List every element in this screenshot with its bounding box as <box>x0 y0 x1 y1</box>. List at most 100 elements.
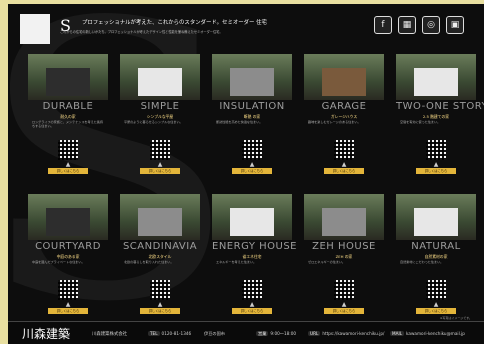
flyer-sheet: S S プロフェッショナルが考えた、これからのスタンダード。セミオーダー 住宅 … <box>8 4 484 344</box>
url-label: URL <box>308 331 321 336</box>
arrow-up-icon: ▲ <box>341 301 347 308</box>
house-photo <box>212 54 292 100</box>
email-item: MAIL kawamori-kenchiku@mail.jp <box>390 331 465 336</box>
plan-description: 中庭を囲んだプライベートな住まい。 <box>32 260 85 264</box>
house-photo <box>304 194 384 240</box>
plan-description: 趣味を楽しむガレージのある住まい。 <box>308 120 361 124</box>
details-button[interactable]: 詳しくはこちら <box>140 168 180 174</box>
house-shape <box>46 208 90 236</box>
plan-title: TWO-ONE STORY <box>396 101 484 112</box>
details-button[interactable]: 詳しくはこちら <box>48 308 88 314</box>
plan-card[interactable]: COURTYARD 中庭のある家 中庭を囲んだプライベートな住まい。 ▲ 詳しくはこちら <box>28 194 108 322</box>
company-official-name: 川森建築株式会社 <box>92 332 128 337</box>
plan-description: 空間を有効に使った住まい。 <box>400 120 441 124</box>
tagline: プロフェッショナルが考えた、これからのスタンダード。セミオーダー 住宅 <box>82 20 267 26</box>
arrow-up-icon: ▲ <box>249 161 255 168</box>
house-photo <box>120 194 200 240</box>
qr-code-icon[interactable] <box>58 140 78 160</box>
plan-card[interactable]: SIMPLE シンプルな平屋 平屋のように暮らせるシンプルな住まい。 ▲ 詳しくはこちら <box>120 54 200 182</box>
plan-card[interactable]: DURABLE 耐久の家 ロングライフの家族と、メンテナンスを考えた長持ちする住まい… <box>28 54 108 182</box>
details-button[interactable]: 詳しくはこちら <box>48 168 88 174</box>
plan-card[interactable]: TWO-ONE STORY 2.5 階建ての家 空間を有効に使った住まい。 ▲ 詳しくは… <box>396 54 484 182</box>
details-button[interactable]: 詳しくはこちら <box>416 308 456 314</box>
instagram-icon[interactable]: ◎ <box>422 16 440 34</box>
company-name: 川森建築 <box>22 327 71 341</box>
arrow-up-icon: ▲ <box>65 301 71 308</box>
house-shape <box>138 208 182 236</box>
plan-title: DURABLE <box>42 101 94 112</box>
house-photo <box>28 54 108 100</box>
house-photo <box>396 194 476 240</box>
phone-label: TEL <box>148 331 160 336</box>
arrow-up-icon: ▲ <box>65 161 71 168</box>
house-photo <box>304 54 384 100</box>
phone-number[interactable]: 0120-81-1346 <box>162 331 192 336</box>
arrow-up-icon: ▲ <box>157 161 163 168</box>
qr-code-icon[interactable] <box>150 280 170 300</box>
qr-code-icon[interactable] <box>334 280 354 300</box>
plan-row: DURABLE 耐久の家 ロングライフの家族と、メンテナンスを考えた長持ちする住まい… <box>28 54 484 182</box>
hours-text: 9:00～18:00 <box>270 331 297 336</box>
qr-code-icon[interactable] <box>58 280 78 300</box>
qr-code-icon[interactable] <box>426 280 446 300</box>
url-item: URL https://kawamori-kenchiku.jp/ <box>308 331 384 336</box>
house-shape <box>230 208 274 236</box>
plan-description: 断熱性能を高めた快適な住まい。 <box>216 120 263 124</box>
qr-code-icon[interactable] <box>150 140 170 160</box>
details-button[interactable]: 詳しくはこちら <box>232 308 272 314</box>
qr2-icon[interactable]: ▣ <box>446 16 464 34</box>
details-button[interactable]: 詳しくはこちら <box>232 168 272 174</box>
qr-icon[interactable]: ▦ <box>398 16 416 34</box>
arrow-up-icon: ▲ <box>249 301 255 308</box>
footer: 川森建築 川森建築株式会社 TEL 0120-81-1346 伊豆の国市 営業 9:… <box>8 321 484 344</box>
plan-card[interactable]: ENERGY HOUSE 省エネ住宅 エネルギーを考えた住まい。 ▲ 詳しくはこちら <box>212 194 297 322</box>
details-button[interactable]: 詳しくはこちら <box>324 168 364 174</box>
plan-title: ZEH HOUSE <box>312 241 376 252</box>
plan-description: 平屋のように暮らせるシンプルな住まい。 <box>124 120 183 124</box>
arrow-up-icon: ▲ <box>341 161 347 168</box>
location-text: 伊豆の国市 <box>204 331 225 336</box>
house-photo <box>120 54 200 100</box>
social-icons: f ▦ ◎ ▣ <box>374 16 464 34</box>
arrow-up-icon: ▲ <box>433 301 439 308</box>
plan-description: ゼロエネルギーの住まい。 <box>308 260 346 264</box>
plan-description: ロングライフの家族と、メンテナンスを考えた長持ちする住まい。 <box>32 120 103 129</box>
house-shape <box>46 68 90 96</box>
image-note: ※写真はイメージです。 <box>439 316 472 320</box>
location-item: 伊豆の国市 <box>204 331 225 337</box>
email-link[interactable]: kawamori-kenchiku@mail.jp <box>406 331 465 336</box>
house-shape <box>414 68 458 96</box>
details-button[interactable]: 詳しくはこちら <box>416 168 456 174</box>
arrow-up-icon: ▲ <box>433 161 439 168</box>
plan-title: ENERGY HOUSE <box>212 241 297 252</box>
plan-card[interactable]: SCANDINAVIA 北欧スタイル 北欧の暮らしを取り入れた住まい。 ▲ 詳しくはこち… <box>120 194 200 322</box>
plan-title: COURTYARD <box>35 241 101 252</box>
plan-description: 北欧の暮らしを取り入れた住まい。 <box>124 260 174 264</box>
plan-card[interactable]: ZEH HOUSE ZEH の家 ゼロエネルギーの住まい。 ▲ 詳しくはこちら <box>304 194 384 322</box>
qr-code-icon[interactable] <box>242 280 262 300</box>
plan-title: SCANDINAVIA <box>122 241 198 252</box>
house-photo <box>396 54 476 100</box>
hours-label: 営業 <box>256 331 269 336</box>
plan-title: SIMPLE <box>140 101 180 112</box>
plan-card[interactable]: INSULATION 断熱 の家 断熱性能を高めた快適な住まい。 ▲ 詳しくはこちら <box>212 54 292 182</box>
house-shape <box>230 68 274 96</box>
plan-card[interactable]: GARAGE ガレージハウス 趣味を楽しむガレージのある住まい。 ▲ 詳しくはこちら <box>304 54 384 182</box>
details-button[interactable]: 詳しくはこちら <box>140 308 180 314</box>
logo-mark-icon <box>20 14 50 44</box>
intro-text: これからの住宅の新しいかたち。プロフェッショナルが考えたデザイン性と性能を兼ね備… <box>60 30 223 34</box>
qr-code-icon[interactable] <box>242 140 262 160</box>
arrow-up-icon: ▲ <box>157 301 163 308</box>
url-link[interactable]: https://kawamori-kenchiku.jp/ <box>322 331 384 336</box>
house-photo <box>28 194 108 240</box>
qr-code-icon[interactable] <box>426 140 446 160</box>
details-button[interactable]: 詳しくはこちら <box>324 308 364 314</box>
qr-code-icon[interactable] <box>334 140 354 160</box>
facebook-icon[interactable]: f <box>374 16 392 34</box>
plan-row: COURTYARD 中庭のある家 中庭を囲んだプライベートな住まい。 ▲ 詳しくはこちら… <box>28 194 476 322</box>
plan-title: NATURAL <box>411 241 461 252</box>
house-shape <box>414 208 458 236</box>
plan-title: GARAGE <box>321 101 367 112</box>
plan-card[interactable]: NATURAL 自然素材の家 自然素材にこだわった住まい。 ▲ 詳しくはこちら <box>396 194 476 322</box>
phone-item: TEL 0120-81-1346 <box>148 331 191 336</box>
